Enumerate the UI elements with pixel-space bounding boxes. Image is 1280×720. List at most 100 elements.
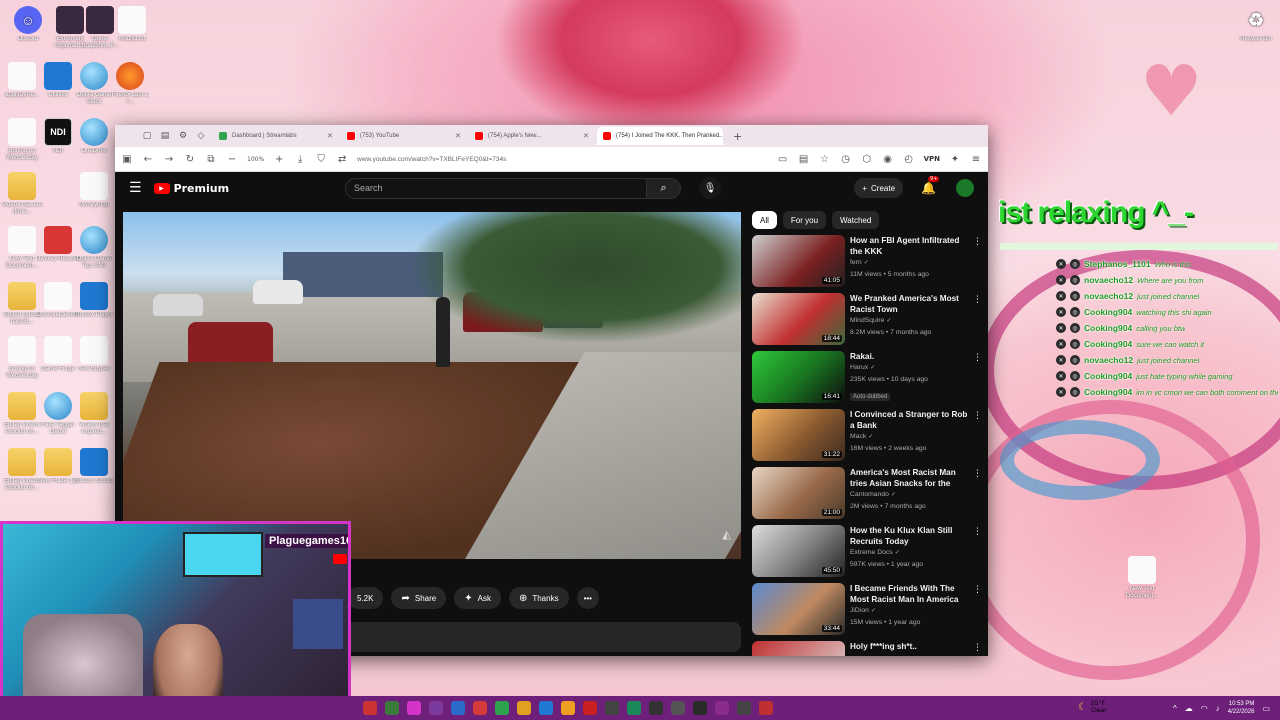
more-options-icon[interactable]: ⋮	[973, 353, 982, 363]
zoom-level[interactable]: 100%	[247, 156, 264, 163]
desktop-icon[interactable]: OneDrive	[72, 118, 116, 162]
taskbar-app-icon[interactable]	[649, 701, 663, 715]
video-title[interactable]: We Pranked America's Most Racist Town	[850, 293, 970, 315]
forward-icon[interactable]: →	[163, 154, 175, 165]
screenshot-icon[interactable]: ⧉	[205, 154, 217, 165]
browser-tab[interactable]: Dashboard | Streamlabs ✕	[213, 127, 339, 145]
video-title[interactable]: Rakai.	[850, 351, 970, 362]
sidebar-icon[interactable]: ▣	[121, 154, 133, 165]
channel-line[interactable]: Harux ✓	[850, 362, 970, 374]
ask-button[interactable]: ✦ Ask	[454, 587, 501, 609]
taskbar-app-icon[interactable]	[583, 701, 597, 715]
workspaces-icon[interactable]: ▤	[159, 130, 171, 142]
recommendation-item[interactable]: 33:44 I Became Friends With The Most Rac…	[752, 583, 982, 641]
channel-line[interactable]: Cantomando ✓	[850, 489, 970, 501]
desktop-icon[interactable]: Moneyhtop	[72, 172, 116, 216]
video-title[interactable]: America's Most Racist Man tries Asian Sn…	[850, 467, 970, 489]
clock[interactable]: 10:53 PM 4/22/2026	[1228, 700, 1255, 716]
new-tab-button[interactable]: +	[733, 130, 742, 143]
taskbar-app-icon[interactable]	[693, 701, 707, 715]
tab-actions-icon[interactable]: ▢	[141, 130, 153, 142]
zoom-in-icon[interactable]: +	[273, 154, 285, 165]
hamburger-icon[interactable]: ☰	[129, 180, 142, 196]
search-icon[interactable]: ⌕	[647, 177, 682, 199]
bookmark-star-icon[interactable]: ☆	[819, 154, 831, 165]
channel-line[interactable]: Extreme Docs ✓	[850, 547, 970, 559]
settings-icon[interactable]: ⚙	[177, 130, 189, 142]
video-title[interactable]: I Convinced a Stranger to Rob a Bank	[850, 409, 970, 431]
filter-chip[interactable]: All	[752, 211, 777, 229]
vpn-button[interactable]: VPN	[924, 155, 940, 163]
browser-tab[interactable]: (754) I Joined The KKK, Then Pranked...✕	[597, 127, 723, 145]
desktop-icon[interactable]: Roblox Player	[72, 282, 116, 326]
avatar[interactable]	[956, 179, 974, 197]
taskbar-app-icon[interactable]	[429, 701, 443, 715]
recommendation-item[interactable]: 31:22 I Convinced a Stranger to Rob a Ba…	[752, 409, 982, 467]
more-options-icon[interactable]: ⋮	[973, 643, 982, 653]
search-input[interactable]: Search	[345, 177, 648, 199]
taskbar-app-icon[interactable]	[385, 701, 399, 715]
site-info-icon[interactable]: ⇄	[336, 154, 348, 165]
filter-chip[interactable]: Watched	[832, 211, 880, 229]
recommendation-item[interactable]: 18:44 We Pranked America's Most Racist T…	[752, 293, 982, 351]
browser-tab[interactable]: (754) Apple's New... ✕	[469, 127, 595, 145]
taskbar-app-icon[interactable]	[737, 701, 751, 715]
channel-line[interactable]: MindSquire ✓	[850, 315, 970, 327]
pin-icon[interactable]: ◇	[195, 130, 207, 142]
history-icon[interactable]: ◷	[840, 154, 852, 165]
like-button[interactable]: 5.2K	[347, 587, 384, 609]
more-options-icon[interactable]: ⋮	[973, 295, 982, 305]
cloud-icon[interactable]: ☁	[1185, 704, 1193, 713]
tray-chevron-icon[interactable]: ^	[1173, 704, 1177, 713]
recommendation-item[interactable]: 21:00 America's Most Racist Man tries As…	[752, 467, 982, 525]
taskbar-app-icon[interactable]	[407, 701, 421, 715]
wallet-icon[interactable]: ⬡	[861, 154, 873, 165]
channel-line[interactable]: Mack ✓	[850, 431, 970, 443]
taskbar-app-icon[interactable]	[605, 701, 619, 715]
video-thumbnail[interactable]: 33:44	[752, 583, 845, 635]
taskbar-app-icon[interactable]	[517, 701, 531, 715]
url-field[interactable]: www.youtube.com/watch?v=TXBLIFeYEQ0&t=73…	[357, 156, 767, 163]
menu-icon[interactable]: ≡	[970, 154, 982, 165]
tab-close-icon[interactable]: ✕	[455, 132, 461, 140]
desktop-icon[interactable]: Videos that are done...	[0, 172, 44, 216]
video-thumbnail[interactable]: 45:50	[752, 525, 845, 577]
video-title[interactable]: How an FBI Agent Infiltrated the KKK	[850, 235, 970, 257]
pip-icon[interactable]: ▭	[777, 154, 789, 165]
more-options-icon[interactable]: ⋮	[973, 237, 982, 247]
notifications-icon[interactable]: 🔔 9+	[921, 176, 940, 195]
desktop-icon[interactable]: ♻ Recycle Bin	[1234, 6, 1278, 50]
video-player[interactable]: ◭	[123, 212, 741, 559]
taskbar-app-icon[interactable]	[451, 701, 465, 715]
recommendation-item[interactable]: 45:50 How the Ku Klux Klan Still Recruit…	[752, 525, 982, 583]
taskbar-app-icon[interactable]	[363, 701, 377, 715]
taskbar-app-icon[interactable]	[671, 701, 685, 715]
mic-icon[interactable]: 🎙	[699, 177, 722, 199]
desktop-icon[interactable]: Roblox Studio	[72, 448, 116, 492]
desktop-icon[interactable]: New Text Document...	[1120, 556, 1164, 600]
taskbar-app-icon[interactable]	[495, 701, 509, 715]
desktop-icon[interactable]: modlist.txt	[110, 6, 154, 50]
video-title[interactable]: Holy f***ing sh*t..	[850, 641, 970, 652]
more-actions-button[interactable]: •••	[576, 587, 599, 609]
wifi-icon[interactable]: ◠	[1201, 704, 1208, 713]
video-thumbnail[interactable]: 16:41	[752, 351, 845, 403]
camera-icon[interactable]: ◉	[882, 154, 894, 165]
clock-icon[interactable]: ◴	[903, 154, 915, 165]
reload-icon[interactable]: ↻	[184, 154, 196, 165]
taskbar-app-icon[interactable]	[627, 701, 641, 715]
tab-close-icon[interactable]: ✕	[583, 132, 589, 140]
recommendation-item[interactable]: Holy f***ing sh*t.. ⋮	[752, 641, 982, 656]
shield-icon[interactable]: ⛉	[315, 154, 327, 165]
channel-line[interactable]: JiDion ✓	[850, 605, 970, 617]
video-thumbnail[interactable]: 41:05	[752, 235, 845, 287]
desktop-icon[interactable]: ☺ Discord	[6, 6, 50, 50]
download-icon[interactable]: ⤓	[294, 154, 306, 165]
more-options-icon[interactable]: ⋮	[973, 527, 982, 537]
zoom-out-icon[interactable]: −	[226, 154, 238, 165]
create-button[interactable]: + Create	[854, 178, 904, 198]
taskbar-app-icon[interactable]	[759, 701, 773, 715]
video-thumbnail[interactable]: 31:22	[752, 409, 845, 461]
share-button[interactable]: ➦ Share	[391, 587, 447, 609]
notification-center-icon[interactable]: ▭	[1262, 704, 1270, 713]
